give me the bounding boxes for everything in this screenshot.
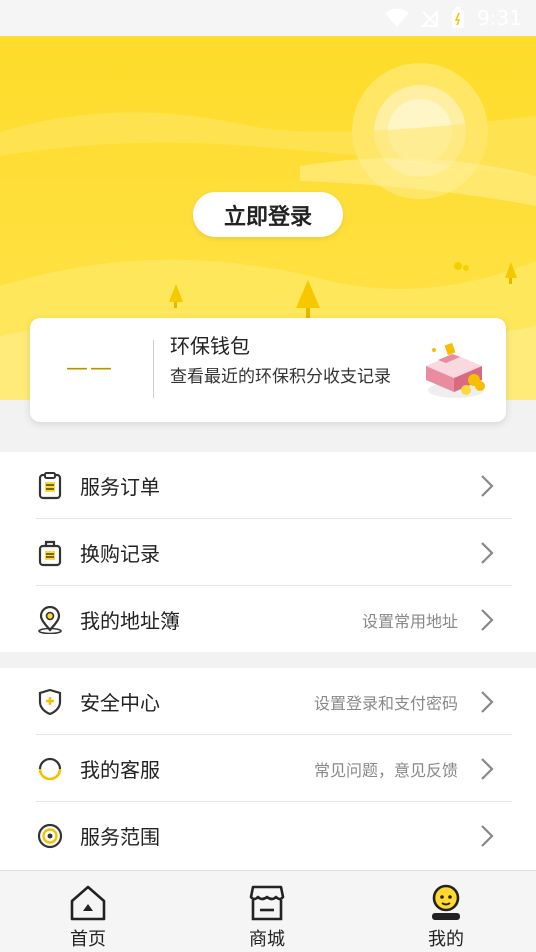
- chevron-right-icon: [481, 609, 494, 631]
- chevron-right-icon: [481, 475, 494, 497]
- menu-row-service-orders[interactable]: 服务订单: [0, 452, 536, 519]
- tab-shop[interactable]: 商城: [207, 871, 327, 952]
- tab-label: 首页: [70, 929, 106, 950]
- tab-mine[interactable]: 我的: [386, 871, 506, 952]
- status-bar: 9:31: [0, 0, 536, 36]
- menu-label: 安全中心: [80, 691, 160, 715]
- menu-label: 我的地址簿: [80, 609, 180, 633]
- chevron-right-icon: [481, 758, 494, 780]
- money-stack-icon: [426, 342, 485, 398]
- chevron-right-icon: [481, 542, 494, 564]
- battery-icon: [452, 7, 465, 28]
- bag-icon: [38, 540, 62, 567]
- bottom-tab-bar: 首页 商城 我的: [0, 870, 536, 952]
- chevron-right-icon: [481, 691, 494, 713]
- shop-icon: [249, 885, 285, 921]
- home-icon: [70, 885, 106, 921]
- eco-wallet-card[interactable]: —— 环保钱包 查看最近的环保积分收支记录: [30, 318, 506, 422]
- menu-row-address-book[interactable]: 我的地址簿 设置常用地址: [0, 586, 536, 653]
- wallet-divider: [153, 340, 154, 398]
- menu-hint: 常见问题，意见反馈: [313, 761, 458, 780]
- tab-label: 我的: [428, 929, 464, 950]
- menu-row-security-center[interactable]: 安全中心 设置登录和支付密码: [0, 668, 536, 735]
- login-button[interactable]: 立即登录: [193, 192, 343, 237]
- menu-hint: 设置常用地址: [361, 612, 458, 631]
- menu-group-settings: 安全中心 设置登录和支付密码 我的客服 常见问题，意见反馈 服务范围: [0, 668, 536, 870]
- chevron-right-icon: [481, 825, 494, 847]
- menu-row-exchange-records[interactable]: 换购记录: [0, 519, 536, 586]
- wallet-title: 环保钱包: [170, 334, 250, 358]
- menu-label: 服务订单: [80, 475, 160, 499]
- person-icon: [432, 884, 460, 920]
- shield-icon: [38, 688, 62, 716]
- headset-icon: [38, 757, 62, 781]
- menu-label: 换购记录: [80, 542, 160, 566]
- status-time: 9:31: [477, 6, 522, 30]
- target-icon: [37, 823, 63, 849]
- wallet-balance-placeholder: ——: [66, 356, 114, 381]
- tab-home[interactable]: 首页: [28, 871, 148, 952]
- wifi-icon: [385, 8, 410, 27]
- menu-group-orders: 服务订单 换购记录 我的地址簿 设置常用地址: [0, 452, 536, 652]
- menu-hint: 设置登录和支付密码: [313, 694, 458, 713]
- menu-label: 服务范围: [80, 825, 160, 849]
- wallet-description: 查看最近的环保积分收支记录: [170, 367, 391, 387]
- menu-row-customer-service[interactable]: 我的客服 常见问题，意见反馈: [0, 735, 536, 802]
- no-signal-icon: [421, 9, 439, 27]
- location-icon: [38, 606, 62, 634]
- tab-label: 商城: [249, 929, 285, 950]
- menu-row-service-area[interactable]: 服务范围: [0, 802, 536, 869]
- menu-label: 我的客服: [80, 758, 160, 782]
- clipboard-icon: [38, 472, 62, 500]
